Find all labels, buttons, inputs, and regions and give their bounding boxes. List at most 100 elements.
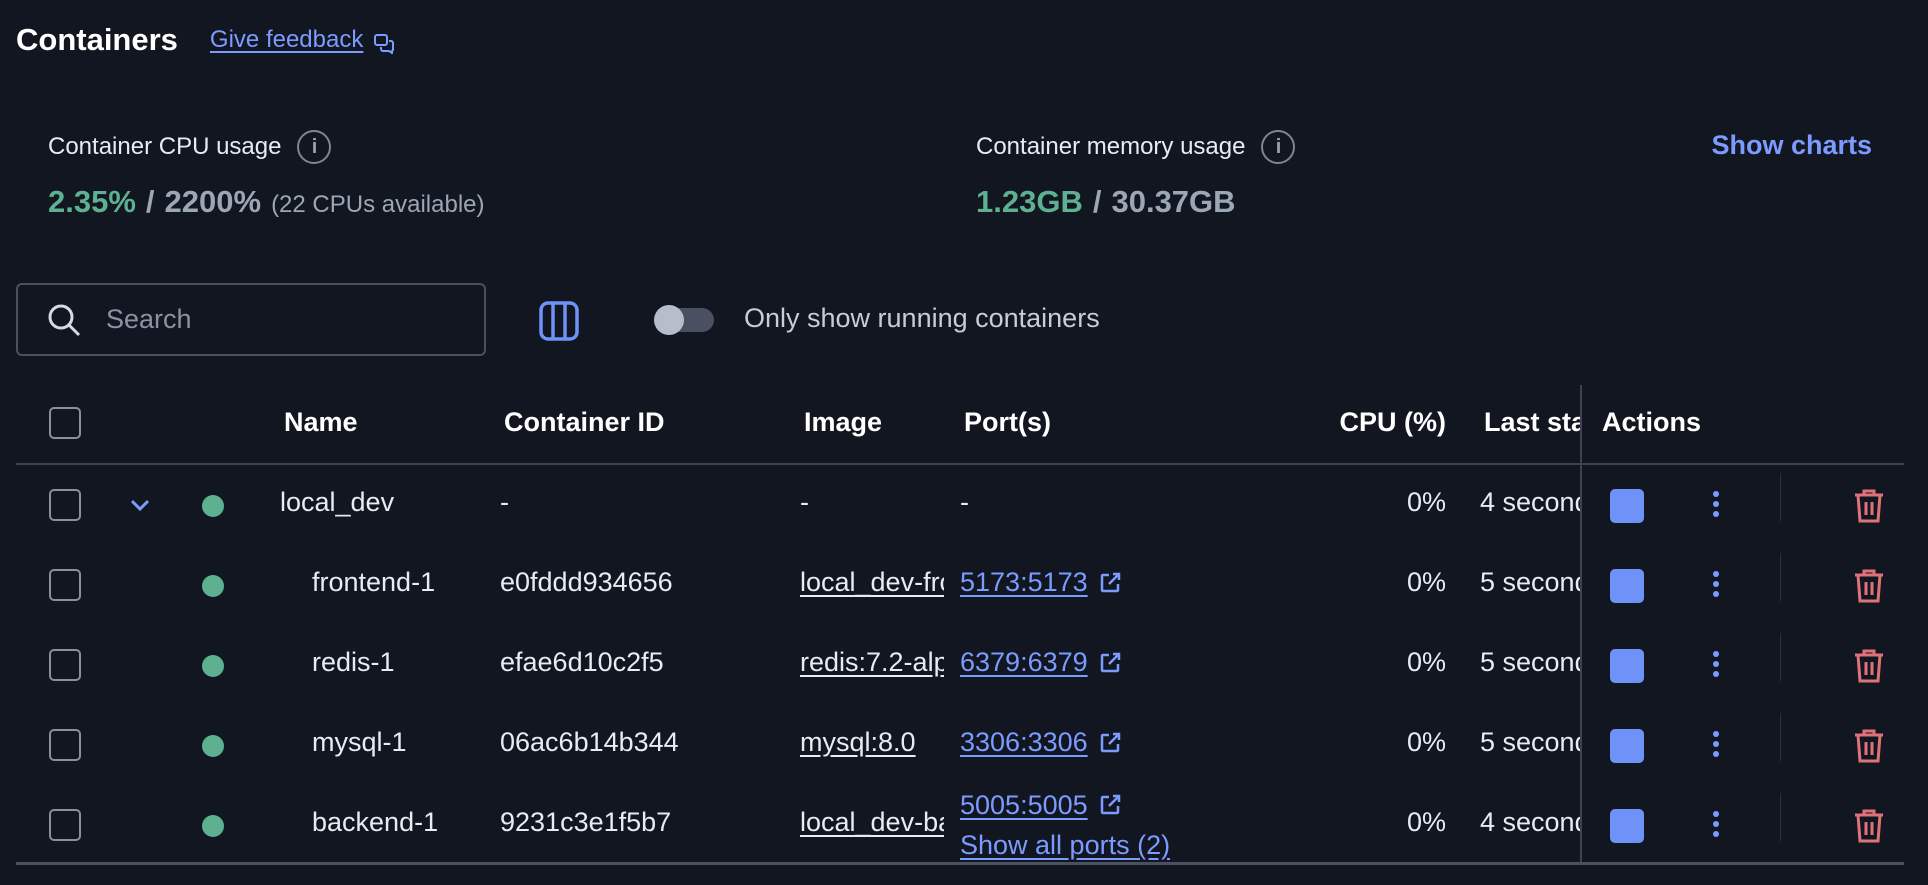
divider (1780, 713, 1781, 761)
status-dot-running (202, 495, 224, 517)
give-feedback-link[interactable]: Give feedback (210, 26, 395, 54)
stop-button[interactable] (1610, 729, 1644, 763)
cpu-usage-label: Container CPU usage (48, 133, 282, 160)
container-image-link[interactable]: mysql:8.0 (800, 727, 944, 758)
cpu-separator: / (145, 184, 155, 219)
column-image[interactable]: Image (804, 407, 882, 438)
external-link-icon[interactable] (1098, 571, 1122, 595)
column-ports[interactable]: Port(s) (964, 407, 1051, 438)
table-row[interactable]: local_dev - - - 0% 4 seconds ago (16, 465, 1904, 545)
container-name[interactable]: frontend-1 (312, 567, 435, 598)
container-image: - (800, 487, 809, 517)
memory-used-value: 1.23GB (976, 184, 1083, 219)
page-header: Containers Give feedback (16, 22, 395, 58)
container-image-link[interactable]: redis:7.2-alpine (800, 647, 944, 678)
container-id: e0fddd934656 (500, 567, 673, 597)
memory-total-value: 30.37GB (1111, 184, 1236, 219)
more-vertical-icon[interactable] (1708, 807, 1724, 843)
running-only-label: Only show running containers (744, 303, 1100, 333)
container-cpu: 0% (1406, 727, 1446, 757)
port-link[interactable]: 5005:5005 (960, 785, 1088, 825)
show-charts-button[interactable]: Show charts (1711, 130, 1872, 161)
external-link-icon[interactable] (1098, 793, 1122, 817)
trash-icon[interactable] (1852, 487, 1886, 525)
page-title: Containers (16, 22, 178, 57)
search-input[interactable] (104, 303, 468, 336)
cpu-total-value: 2200% (164, 184, 262, 219)
container-id: - (500, 487, 509, 517)
container-name[interactable]: mysql-1 (312, 727, 407, 758)
trash-icon[interactable] (1852, 567, 1886, 605)
row-checkbox[interactable] (49, 649, 81, 681)
container-ports: - (960, 487, 969, 517)
give-feedback-label[interactable]: Give feedback (210, 26, 363, 54)
container-cpu: 0% (1406, 647, 1446, 677)
table-row[interactable]: mysql-1 06ac6b14b344 mysql:8.0 3306:3306… (16, 705, 1904, 785)
stop-button[interactable] (1610, 489, 1644, 523)
table-header: Name Container ID Image Port(s) CPU (%) … (16, 385, 1904, 465)
column-name[interactable]: Name (284, 407, 358, 438)
more-vertical-icon[interactable] (1708, 727, 1724, 763)
container-last-started: 5 seconds ago (1480, 647, 1580, 677)
status-dot-running (202, 575, 224, 597)
row-checkbox[interactable] (49, 809, 81, 841)
actions-column-divider (1580, 385, 1582, 863)
column-container-id[interactable]: Container ID (504, 407, 665, 438)
stop-button[interactable] (1610, 809, 1644, 843)
stop-button[interactable] (1610, 649, 1644, 683)
column-last-started[interactable]: Last started (1484, 407, 1580, 438)
divider (1780, 473, 1781, 521)
container-id: 9231c3e1f5b7 (500, 807, 672, 837)
container-last-started: 5 seconds ago (1480, 567, 1580, 597)
container-image-link[interactable]: local_dev-frontend (800, 567, 944, 598)
column-cpu[interactable]: CPU (%) (1340, 407, 1447, 438)
external-link-icon[interactable] (1098, 651, 1122, 675)
info-icon[interactable]: i (297, 130, 332, 164)
container-image-link[interactable]: local_dev-backend (800, 807, 944, 838)
divider (1780, 793, 1781, 841)
trash-icon[interactable] (1852, 807, 1886, 845)
container-cpu: 0% (1406, 807, 1446, 837)
memory-usage-label: Container memory usage (976, 133, 1246, 160)
row-checkbox[interactable] (49, 569, 81, 601)
table-row[interactable]: frontend-1 e0fddd934656 local_dev-fronte… (16, 545, 1904, 625)
status-dot-running (202, 815, 224, 837)
divider (1780, 553, 1781, 601)
container-id: 06ac6b14b344 (500, 727, 679, 757)
toggle-knob (654, 305, 684, 335)
more-vertical-icon[interactable] (1708, 487, 1724, 523)
row-checkbox[interactable] (49, 729, 81, 761)
search-box[interactable] (16, 283, 486, 356)
port-link[interactable]: 6379:6379 (960, 647, 1088, 678)
container-last-started: 4 seconds ago (1480, 807, 1580, 837)
port-link[interactable]: 5173:5173 (960, 567, 1088, 598)
stop-button[interactable] (1610, 569, 1644, 603)
column-actions: Actions (1602, 407, 1702, 437)
show-all-ports-link[interactable]: Show all ports (2) (960, 825, 1170, 865)
columns-icon[interactable] (537, 299, 581, 343)
more-vertical-icon[interactable] (1708, 567, 1724, 603)
container-name[interactable]: redis-1 (312, 647, 395, 678)
cpu-available-note: (22 CPUs available) (271, 191, 485, 218)
table-row[interactable]: backend-1 9231c3e1f5b7 local_dev-backend… (16, 785, 1904, 865)
trash-icon[interactable] (1852, 727, 1886, 765)
more-vertical-icon[interactable] (1708, 647, 1724, 683)
table-row[interactable]: redis-1 efae6d10c2f5 redis:7.2-alpine 63… (16, 625, 1904, 705)
running-only-toggle[interactable] (654, 305, 714, 335)
feedback-icon (374, 34, 395, 54)
container-id: efae6d10c2f5 (500, 647, 664, 677)
container-name[interactable]: local_dev (280, 487, 395, 518)
port-link[interactable]: 3306:3306 (960, 727, 1088, 758)
info-icon[interactable]: i (1261, 130, 1296, 164)
external-link-icon[interactable] (1098, 731, 1122, 755)
divider (1780, 633, 1781, 681)
table-bottom-border (16, 862, 1904, 865)
memory-usage-panel: Container memory usage i 1.23GB / 30.37G… (976, 130, 1296, 220)
status-dot-running (202, 735, 224, 757)
select-all-checkbox[interactable] (49, 407, 81, 439)
trash-icon[interactable] (1852, 647, 1886, 685)
chevron-down-icon[interactable] (126, 491, 154, 519)
container-name[interactable]: backend-1 (312, 807, 438, 838)
container-last-started: 5 seconds ago (1480, 727, 1580, 757)
row-checkbox[interactable] (49, 489, 81, 521)
